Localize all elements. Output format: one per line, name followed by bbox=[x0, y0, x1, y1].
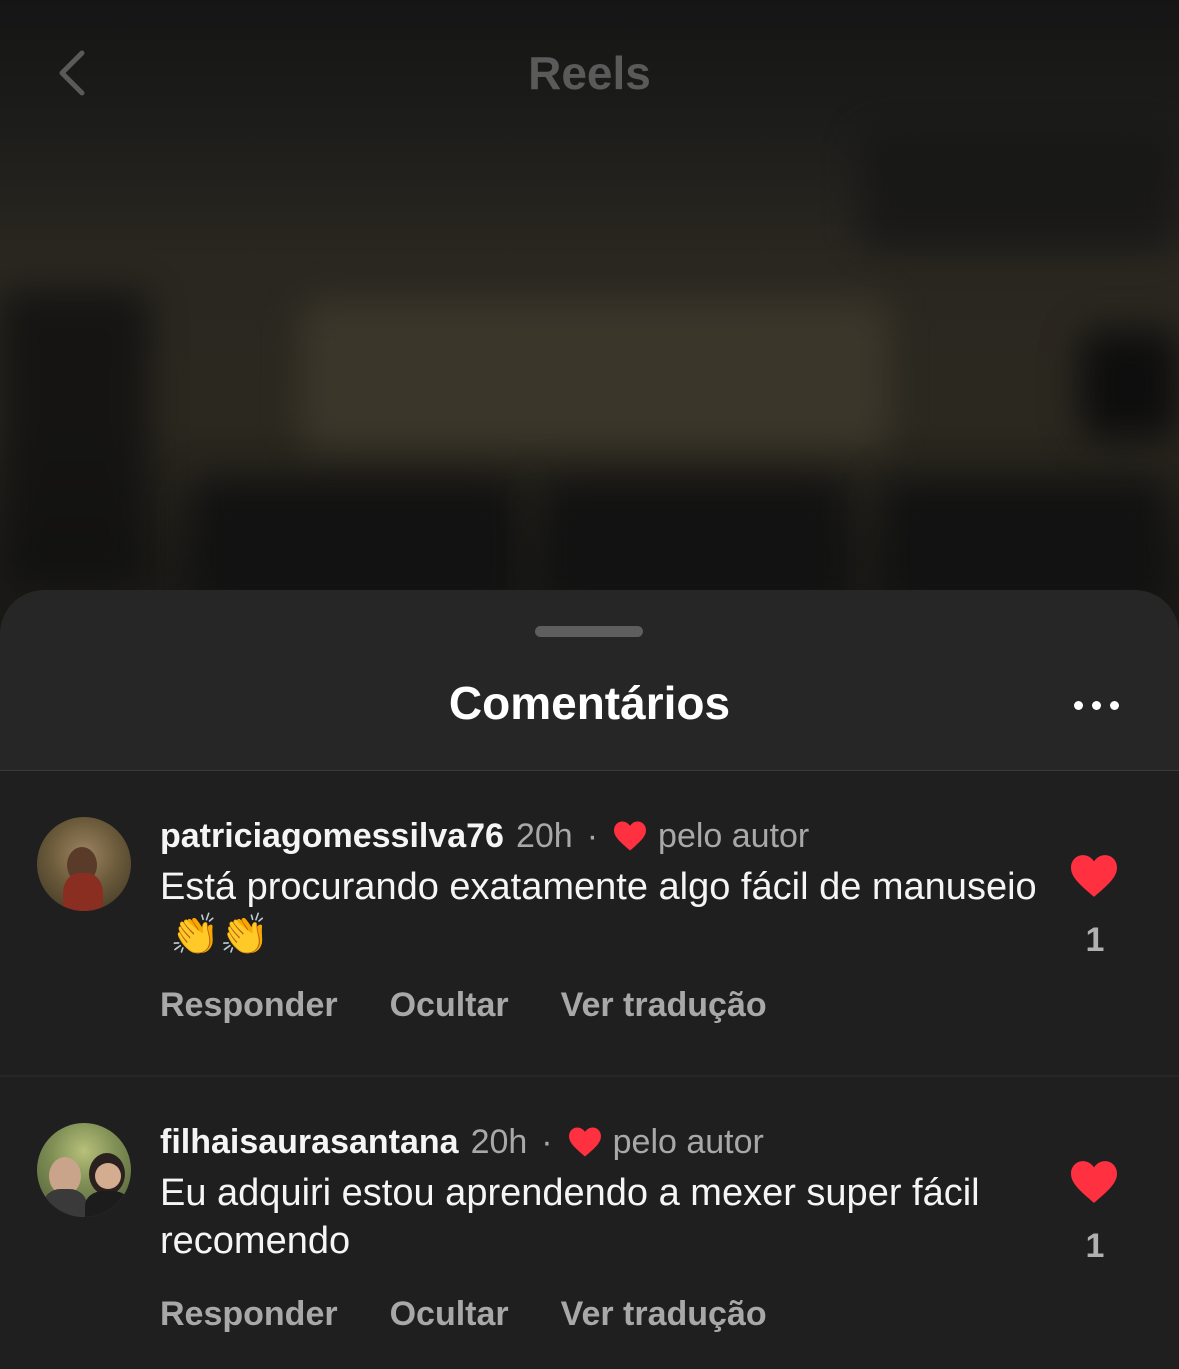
comment-meta: filhaisaurasantana 20h · pelo autor bbox=[160, 1122, 764, 1162]
comment-text: Eu adquiri estou aprendendo a mexer supe… bbox=[160, 1172, 980, 1262]
avatar[interactable] bbox=[37, 817, 131, 911]
heart-icon bbox=[614, 821, 647, 851]
more-options-button[interactable] bbox=[1066, 690, 1126, 720]
clapping-hands-emoji: 👏👏 bbox=[170, 913, 270, 957]
top-bar: Reels bbox=[0, 0, 1179, 150]
comment-meta: patriciagomessilva76 20h · pelo autor bbox=[160, 816, 809, 856]
more-dot bbox=[1109, 700, 1119, 710]
heart-icon bbox=[568, 1127, 601, 1157]
username[interactable]: patriciagomessilva76 bbox=[160, 817, 504, 856]
hide-button[interactable]: Ocultar bbox=[390, 986, 509, 1025]
like-heart-icon[interactable] bbox=[1068, 1159, 1120, 1205]
comment-body: Está procurando exatamente algo fácil de… bbox=[160, 866, 1037, 908]
like-count: 1 bbox=[1085, 921, 1105, 959]
sheet-title: Comentários bbox=[448, 677, 731, 729]
like-heart-icon[interactable] bbox=[1068, 853, 1120, 899]
separator: · bbox=[541, 1122, 553, 1161]
sheet-grabber[interactable] bbox=[535, 626, 643, 637]
comment-actions: Responder Ocultar Ver tradução bbox=[160, 986, 767, 1025]
like-count: 1 bbox=[1085, 1227, 1105, 1265]
timestamp: 20h bbox=[515, 816, 573, 855]
more-dot bbox=[1091, 700, 1101, 710]
more-dot bbox=[1073, 700, 1083, 710]
liked-by-author-label: pelo autor bbox=[612, 1122, 764, 1161]
comment-item: filhaisaurasantana 20h · pelo autor Eu a… bbox=[0, 1077, 1179, 1369]
see-translation-button[interactable]: Ver tradução bbox=[561, 986, 767, 1025]
avatar[interactable] bbox=[37, 1123, 131, 1217]
timestamp: 20h bbox=[470, 1122, 528, 1161]
see-translation-button[interactable]: Ver tradução bbox=[561, 1295, 767, 1334]
comments-sheet: Comentários patriciagomessilva76 20h · p… bbox=[0, 590, 1179, 1369]
username[interactable]: filhaisaurasantana bbox=[160, 1123, 459, 1162]
hide-button[interactable]: Ocultar bbox=[390, 1295, 509, 1334]
page-title: Reels bbox=[528, 47, 651, 99]
liked-by-author-label: pelo autor bbox=[658, 816, 810, 855]
reply-button[interactable]: Responder bbox=[160, 986, 338, 1025]
comment-text: Está procurando exatamente algo fácil de… bbox=[160, 863, 1040, 960]
reply-button[interactable]: Responder bbox=[160, 1295, 338, 1334]
separator: · bbox=[586, 816, 599, 855]
comment-actions: Responder Ocultar Ver tradução bbox=[160, 1295, 767, 1334]
comment-item: patriciagomessilva76 20h · pelo autor Es… bbox=[0, 771, 1179, 1075]
